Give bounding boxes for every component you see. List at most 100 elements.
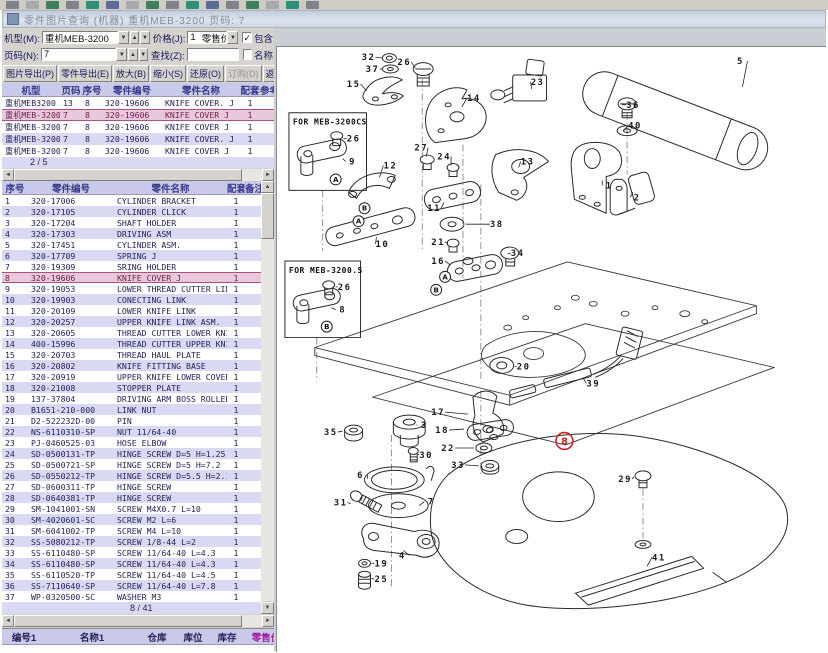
scroll-up-icon[interactable]: ▲ [261,181,274,193]
part-row[interactable]: 24 SD-0500131-TP HINGE SCREW D=5 H=1.25 1 [2,448,261,459]
part-row[interactable]: 31 SM-6041002-TP SCREW M4 L=10 1 [2,525,261,536]
vertical-scrollbar[interactable]: ▲ [261,181,274,601]
part-number-label[interactable]: 22 [441,444,455,454]
machine-row[interactable]: 重机MEB-3200 7 8 320-19606 KNIFE COVER J 1 [2,145,274,157]
scroll-thumb[interactable] [14,615,243,627]
scroll-track[interactable] [14,615,262,627]
part-number-label[interactable]: 17 [431,408,445,418]
selected-part-number[interactable]: 8 [561,436,568,447]
part-number-label[interactable]: 26 [347,135,361,145]
part-row[interactable]: 36 SS-7110640-SP SCREW 11/64-40 L=7.8 1 [2,580,261,591]
part-row[interactable]: 2 320-17105 CYLINDER CLICK 1 [2,206,261,217]
price-dropdown-icon[interactable]: ▼ [227,31,239,44]
part-number-label[interactable]: 39 [586,379,600,389]
page-dropdown-icon[interactable]: ▼ [116,48,128,61]
toolbar-button[interactable]: 还原(O) [187,65,224,82]
part-row[interactable]: 18 320-21008 STOPPER PLATE 1 [2,382,261,393]
part-row[interactable]: 10 320-19903 CONECTING LINK 1 [2,294,261,305]
model-down-button[interactable]: ▼ [140,31,150,44]
scroll-right-icon[interactable]: ► [262,615,274,627]
part-number-label[interactable]: 9 [349,158,356,168]
part-number-label[interactable]: 5 [737,57,744,67]
part-number-label[interactable]: 40 [628,122,642,132]
part-row[interactable]: 21 D2-522232D-00 PIN 1 [2,415,261,426]
part-number-label[interactable]: 37 [366,65,380,75]
part-number-label[interactable]: 30 [419,451,433,461]
machine-row[interactable]: 重机MEB-3200 7 8 320-19606 KNIFE COVER. J 1 [2,133,274,145]
part-row[interactable]: 32 SS-5080212-TP SCREW 1/8-44 L=2 1 [2,536,261,547]
part-number-label[interactable]: 18 [435,426,449,436]
part-row[interactable]: 4 320-17303 DRIVING ASM 1 [2,228,261,239]
part-number-label[interactable]: 31 [334,499,348,509]
part-number-label[interactable]: 20 [517,362,531,372]
part-row[interactable]: 7 320-19309 SRING HOLDER 1 [2,261,261,272]
horizontal-scrollbar-bottom[interactable]: ◄ ► [2,615,274,627]
part-row[interactable]: 19 137-37804 DRIVING ARM BOSS ROLLER 1 [2,393,261,404]
include-checkbox[interactable]: ✓ [242,32,252,43]
part-number-label[interactable]: 27 [414,144,428,154]
part-number-label[interactable]: 23 [531,78,545,88]
horizontal-scrollbar-top[interactable]: ◄ ► [2,169,274,181]
toolbar-button[interactable]: 图片导出(P) [3,65,57,82]
part-row[interactable]: 33 SS-6110480-SP SCREW 11/64-40 L=4.3 1 [2,547,261,558]
part-number-label[interactable]: 26 [338,283,352,293]
part-number-label[interactable]: 33 [451,461,465,471]
part-row[interactable]: 1 320-17006 CYLINDER BRACKET 1 [2,195,261,206]
part-row[interactable]: 16 320-20802 KNIFE FITTING BASE 1 [2,360,261,371]
part-row[interactable]: 17 320-20919 UPPER KNIFE LOWER COVER 1 [2,371,261,382]
part-number-label[interactable]: 1 [606,181,613,191]
part-number-label[interactable]: 10 [376,240,390,250]
scroll-left-icon[interactable]: ◄ [2,615,14,627]
part-row[interactable]: 15 320-20703 THREAD HAUL PLATE 1 [2,349,261,360]
toolbar-button[interactable]: 缩小(S) [150,65,186,82]
part-number-label[interactable]: 2 [634,193,641,203]
page-down-button[interactable]: ▼ [138,48,148,61]
part-row[interactable]: 29 SM-1041001-SN SCREW M4X0.7 L=10 1 [2,503,261,514]
model-combobox[interactable]: 重机MEB-3200 [41,31,118,44]
scroll-down-icon[interactable]: ▼ [261,602,274,614]
part-row[interactable]: 6 320-17709 SPRING J 1 [2,250,261,261]
part-row[interactable]: 25 SD-0500721-SP HINGE SCREW D=5 H=7.2 1 [2,459,261,470]
scroll-thumb[interactable] [261,193,274,239]
part-number-label[interactable]: 38 [490,220,504,230]
part-row[interactable]: 35 SS-6110520-TP SCREW 11/64-40 L=4.5 1 [2,569,261,580]
part-row[interactable]: 28 SD-0640381-TP HINGE SCREW 1 [2,492,261,503]
part-number-label[interactable]: 26 [397,58,411,68]
part-row[interactable]: 12 320-20257 UPPER KNIFE LINK ASM. 1 [2,316,261,327]
part-number-label[interactable]: 16 [431,257,445,267]
part-number-label[interactable]: 21 [431,238,445,248]
part-row[interactable]: 34 SS-6110480-SP SCREW 11/64-40 L=4.3 1 [2,558,261,569]
scroll-right-icon[interactable]: ► [262,169,274,181]
scroll-track[interactable] [14,169,262,181]
part-number-label[interactable]: 32 [362,53,376,63]
machine-row[interactable]: 重机MEB-3200 7 8 320-19606 KNIFE COVER J 1 [2,109,274,121]
part-number-label[interactable]: 4 [399,551,406,561]
scroll-thumb[interactable] [14,169,243,181]
part-number-label[interactable]: 36 [626,101,640,111]
part-number-label[interactable]: 24 [437,153,451,163]
part-number-label[interactable]: 29 [618,475,632,485]
part-number-label[interactable]: 19 [375,559,389,569]
part-row[interactable]: 22 NS-6110310-SP NUT 11/64-40 1 [2,426,261,437]
part-row[interactable]: 5 320-17451 CYLINDER ASM. 1 [2,239,261,250]
part-number-label[interactable]: 25 [375,575,389,585]
part-number-label[interactable]: 41 [652,553,666,563]
part-row[interactable]: 14 400-15996 THREAD CUTTER UPPER KNIFE 1 [2,338,261,349]
part-row[interactable]: 3 320-17204 SHAFT HOLDER 1 [2,217,261,228]
part-row[interactable]: 13 320-20605 THREAD CUTTER LOWER KNIFE 1 [2,327,261,338]
find-input[interactable] [186,48,239,61]
page-up-button[interactable]: ▲ [128,48,138,61]
part-number-label[interactable]: 13 [521,158,535,168]
part-number-label[interactable]: 34 [511,249,525,259]
part-row[interactable]: 20 B1651-210-000 LINK NUT 1 [2,404,261,415]
name-checkbox[interactable] [242,49,252,60]
part-row[interactable]: 37 WP-0320500-SC WASHER M3 1 [2,591,261,602]
page-combobox[interactable]: 7 [40,48,117,61]
part-number-label[interactable]: 7 [428,498,435,508]
part-row[interactable]: 23 PJ-0460525-03 HOSE ELBOW 1 [2,437,261,448]
part-number-label[interactable]: 15 [347,80,361,90]
scroll-left-icon[interactable]: ◄ [2,169,14,181]
part-row[interactable]: 30 SM-4020601-SC SCREW M2 L=6 1 [2,514,261,525]
part-row[interactable]: 9 320-19053 LOWER THREAD CUTTER LINK 1 [2,283,261,294]
part-number-label[interactable]: 11 [427,204,441,214]
